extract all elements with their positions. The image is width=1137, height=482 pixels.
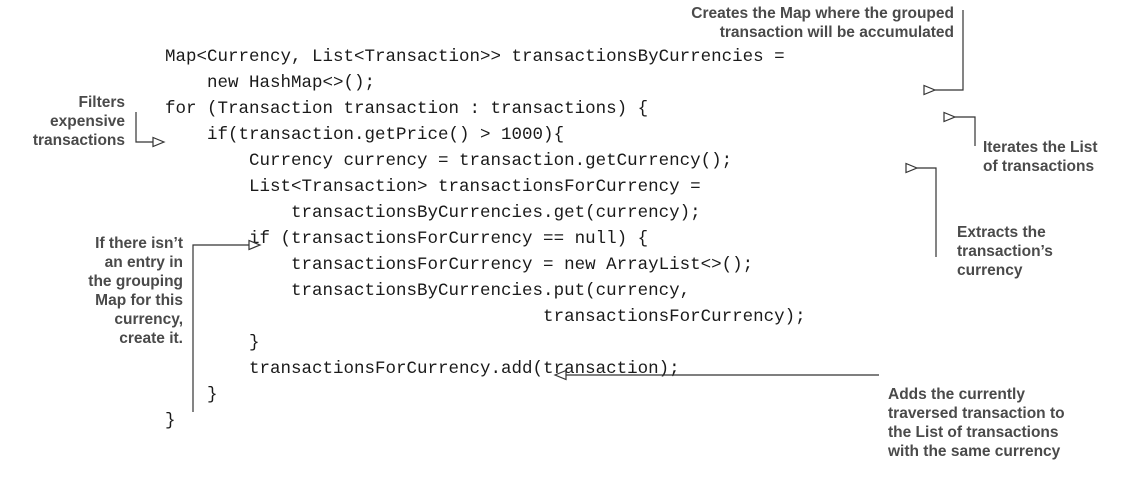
- arrowhead-add: [553, 369, 567, 381]
- callout-arrows: [135, 10, 976, 412]
- connector-filter: [135, 112, 153, 143]
- arrowhead-filter: [152, 136, 166, 148]
- arrowhead-create-map: [923, 84, 937, 96]
- connector-extract: [917, 167, 937, 257]
- arrowhead-extract: [905, 162, 919, 174]
- connector-create-entry: [192, 244, 249, 412]
- arrowhead-iterate: [943, 111, 957, 123]
- code-listing-figure: Map<Currency, List<Transaction>> transac…: [0, 0, 1137, 482]
- connector-iterate: [955, 116, 976, 146]
- arrowhead-create-entry: [248, 239, 262, 251]
- connector-create-map: [935, 10, 964, 91]
